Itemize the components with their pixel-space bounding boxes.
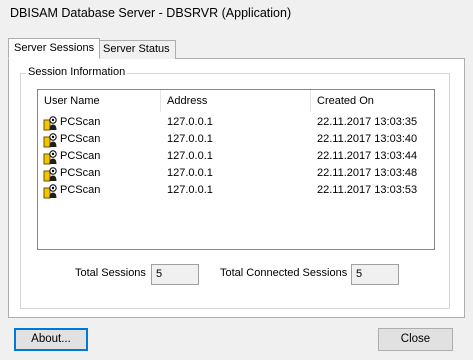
- session-user-name: PCScan: [60, 133, 101, 145]
- sessions-list-header: User Name Address Created On: [38, 90, 434, 112]
- session-created-on: 22.11.2017 13:03:53: [317, 184, 418, 196]
- session-row[interactable]: PCScan 127.0.0.1 22.11.2017 13:03:40: [38, 131, 434, 148]
- sessions-list[interactable]: User Name Address Created On PCScan 127.0…: [37, 89, 435, 250]
- session-address: 127.0.0.1: [167, 116, 213, 128]
- session-address: 127.0.0.1: [167, 150, 213, 162]
- session-address: 127.0.0.1: [167, 133, 213, 145]
- total-connected-sessions-field: 5: [351, 264, 399, 285]
- session-address: 127.0.0.1: [167, 184, 213, 196]
- session-created-on: 22.11.2017 13:03:40: [317, 133, 418, 145]
- user-key-icon: [43, 149, 59, 165]
- session-user-name: PCScan: [60, 184, 101, 196]
- session-created-on: 22.11.2017 13:03:35: [317, 116, 418, 128]
- column-header-address[interactable]: Address: [161, 90, 311, 112]
- window-title: DBISAM Database Server - DBSRVR (Applica…: [10, 6, 292, 20]
- session-row[interactable]: PCScan 127.0.0.1 22.11.2017 13:03:44: [38, 148, 434, 165]
- session-created-on: 22.11.2017 13:03:44: [317, 150, 418, 162]
- column-header-user-name[interactable]: User Name: [38, 90, 161, 112]
- user-key-icon: [43, 132, 59, 148]
- user-key-icon: [43, 183, 59, 199]
- session-user-name: PCScan: [60, 167, 101, 179]
- session-user-name: PCScan: [60, 116, 101, 128]
- session-row[interactable]: PCScan 127.0.0.1 22.11.2017 13:03:35: [38, 114, 434, 131]
- user-key-icon: [43, 115, 59, 131]
- total-sessions-label: Total Sessions: [75, 267, 146, 279]
- session-user-name: PCScan: [60, 150, 101, 162]
- tab-server-sessions[interactable]: Server Sessions: [8, 38, 101, 59]
- tab-server-status[interactable]: Server Status: [97, 40, 176, 59]
- session-row[interactable]: PCScan 127.0.0.1 22.11.2017 13:03:53: [38, 182, 434, 199]
- user-key-icon: [43, 166, 59, 182]
- about-button[interactable]: About...: [14, 328, 88, 351]
- total-connected-sessions-label: Total Connected Sessions: [220, 267, 348, 279]
- column-header-created-on[interactable]: Created On: [311, 90, 434, 112]
- session-row[interactable]: PCScan 127.0.0.1 22.11.2017 13:03:48: [38, 165, 434, 182]
- session-address: 127.0.0.1: [167, 167, 213, 179]
- total-sessions-field: 5: [151, 264, 199, 285]
- session-information-caption: Session Information: [26, 66, 128, 78]
- close-button[interactable]: Close: [378, 328, 453, 351]
- session-created-on: 22.11.2017 13:03:48: [317, 167, 418, 179]
